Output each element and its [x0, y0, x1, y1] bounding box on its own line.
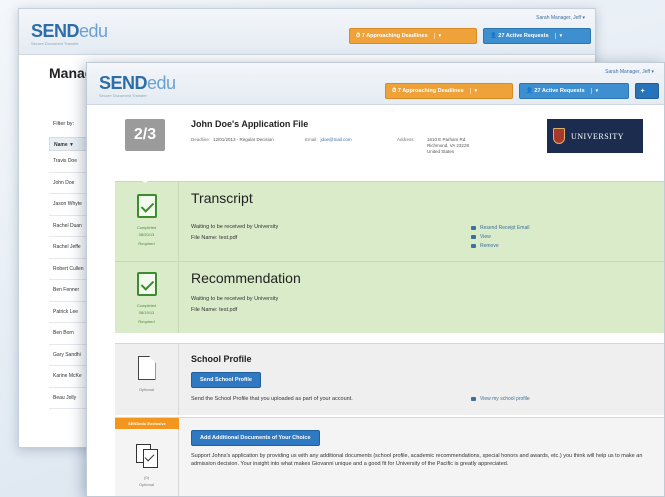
- front-window: SENDedu Secure Document Transfer Sarah M…: [86, 62, 665, 497]
- remove-link[interactable]: Remove: [471, 243, 499, 249]
- chevron-down-icon: ▾: [554, 33, 562, 39]
- additional-docs-status: SENDedu Exclusive (0) Optional: [115, 418, 179, 496]
- user-icon: 👤: [526, 88, 535, 94]
- transcript-status: Completed 08/20/13 Required: [115, 182, 179, 261]
- deadline-meta: Deadline: 12/01/2013 - Regular Decision: [191, 137, 274, 142]
- address-meta: Address:: [397, 137, 415, 142]
- additional-docs-section: SENDedu Exclusive (0) Optional Add Addit…: [115, 417, 664, 496]
- email-link[interactable]: jdoe@mail.com: [321, 137, 352, 142]
- transcript-body: Transcript Waiting to be received by Uni…: [191, 182, 664, 261]
- email-icon: [471, 226, 476, 230]
- transcript-title: Transcript: [191, 190, 253, 206]
- school-profile-status: Optional: [115, 344, 179, 415]
- application-header: 2/3 John Doe's Application File Deadline…: [87, 105, 664, 181]
- front-requests-button[interactable]: 👤 27 Active Requests ▾: [519, 83, 629, 99]
- school-profile-body: School Profile Send School Profile Send …: [191, 344, 664, 415]
- university-logo: UNIVERSITY: [547, 119, 643, 153]
- school-profile-desc: Send the School Profile that you uploade…: [191, 396, 353, 402]
- trash-icon: [471, 244, 476, 248]
- chevron-down-icon: ▾: [469, 88, 477, 94]
- header-pointer: [133, 175, 157, 183]
- address-lines: 1610 E Parham Rd Richmond, VA 23228 Unit…: [427, 137, 469, 154]
- back-logo[interactable]: SENDedu Secure Document Transfer: [31, 21, 108, 46]
- recommendation-title: Recommendation: [191, 270, 301, 286]
- email-meta: Email: jdoe@mail.com: [305, 137, 352, 142]
- recommendation-waiting: Waiting to be received by University: [191, 296, 279, 302]
- recommendation-status: Completed 08/19/13 Required: [115, 262, 179, 333]
- exclusive-badge: SENDedu Exclusive: [115, 418, 179, 429]
- completed-check-icon: [136, 194, 157, 218]
- transcript-section: Completed 08/20/13 Required Transcript W…: [115, 181, 664, 261]
- send-school-profile-button[interactable]: Send School Profile: [191, 372, 261, 388]
- filter-label: Filter by:: [53, 121, 75, 127]
- resend-receipt-link[interactable]: Resend Receipt Email: [471, 225, 529, 231]
- additional-docs-body: Add Additional Documents of Your Choice …: [191, 418, 664, 496]
- front-logo[interactable]: SENDedu Secure Document Transfer: [99, 73, 176, 98]
- back-requests-button[interactable]: 👤 27 Active Requests ▾: [483, 28, 591, 44]
- document-icon: [137, 356, 156, 380]
- recommendation-section: Completed 08/19/13 Required Recommendati…: [115, 261, 664, 333]
- school-profile-title: School Profile: [191, 354, 252, 364]
- recommendation-file: File Name: test.pdf: [191, 307, 238, 313]
- documents-icon: [134, 442, 160, 468]
- completed-check-icon: [136, 272, 157, 296]
- front-header: SENDedu Secure Document Transfer Sarah M…: [87, 63, 664, 105]
- eye-icon: [471, 397, 476, 401]
- progress-count: 2/3: [125, 119, 165, 151]
- application-title: John Doe's Application File: [191, 119, 309, 129]
- back-deadlines-button[interactable]: ⏱ 7 Approaching Deadlines ▾: [349, 28, 477, 44]
- school-profile-section: Optional School Profile Send School Prof…: [115, 343, 664, 415]
- back-user-menu[interactable]: Sarah Manager, Jeff ▾: [536, 15, 585, 21]
- transcript-file: File Name: test.pdf: [191, 235, 238, 241]
- view-link[interactable]: View: [471, 234, 491, 240]
- chevron-down-icon: ▾: [433, 33, 441, 39]
- add-documents-button[interactable]: Add Additional Documents of Your Choice: [191, 430, 320, 446]
- eye-icon: [471, 235, 476, 239]
- add-user-button[interactable]: +👤: [635, 83, 659, 99]
- chevron-down-icon: ▾: [590, 88, 598, 94]
- view-school-profile-link[interactable]: View my school profile: [471, 396, 530, 402]
- recommendation-body: Recommendation Waiting to be received by…: [191, 262, 664, 333]
- transcript-waiting: Waiting to be received by University: [191, 224, 279, 230]
- front-user-menu[interactable]: Sarah Manager, Jeff ▾: [605, 69, 654, 75]
- shield-icon: [553, 128, 565, 144]
- back-header: SENDedu Secure Document Transfer Sarah M…: [19, 9, 595, 55]
- front-deadlines-button[interactable]: ⏱ 7 Approaching Deadlines ▾: [385, 83, 513, 99]
- additional-docs-desc: Support Johns's application by providing…: [191, 453, 643, 467]
- user-icon: 👤: [490, 33, 499, 39]
